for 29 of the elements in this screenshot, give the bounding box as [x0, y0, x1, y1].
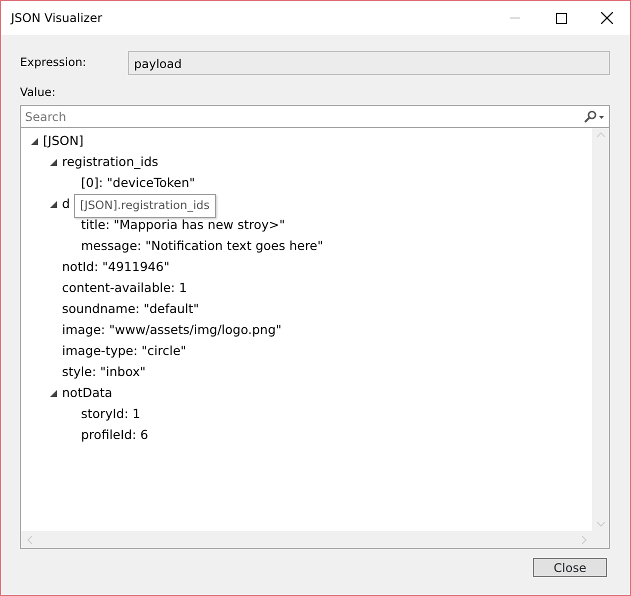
expanded-icon[interactable]: [31, 138, 38, 146]
value-label: Value:: [20, 85, 56, 99]
tree-item[interactable]: notData: [62, 384, 112, 404]
search-box[interactable]: Search: [20, 105, 610, 128]
expanded-icon[interactable]: [50, 159, 57, 166]
tree-item[interactable]: title: "Mapporia has new stroy>": [81, 216, 286, 236]
tree-item[interactable]: style: "inbox": [62, 363, 146, 382]
tree-item[interactable]: d: [62, 195, 70, 214]
tree-item[interactable]: image-type: "circle": [62, 342, 186, 362]
expanded-icon[interactable]: [50, 390, 57, 398]
tree-item[interactable]: [JSON]: [43, 132, 84, 152]
expanded-icon[interactable]: [50, 201, 57, 208]
window-title: JSON Visualizer: [11, 10, 104, 27]
tree-item[interactable]: registration_ids: [62, 153, 158, 172]
expression-label: Expression:: [20, 54, 88, 72]
close-icon: [601, 12, 613, 24]
tree-item[interactable]: image: "www/assets/img/logo.png": [62, 321, 282, 340]
tree-item[interactable]: content-available: 1: [62, 279, 187, 298]
tree-item[interactable]: profileId: 6: [81, 426, 148, 446]
expression-field[interactable]: payload: [128, 51, 610, 75]
tooltip: [JSON].registration_ids: [74, 194, 216, 218]
tree-item[interactable]: [0]: "deviceToken": [81, 174, 196, 194]
close-dialog-button[interactable]: Close: [533, 558, 607, 578]
search-icon[interactable]: [583, 110, 605, 124]
maximize-icon: [556, 12, 566, 24]
tree-item[interactable]: notId: "4911946": [62, 258, 170, 278]
tree-item[interactable]: soundname: "default": [62, 300, 200, 320]
tree-item[interactable]: storyId: 1: [81, 405, 140, 424]
tree-item[interactable]: message: "Notification text goes here": [81, 237, 324, 256]
